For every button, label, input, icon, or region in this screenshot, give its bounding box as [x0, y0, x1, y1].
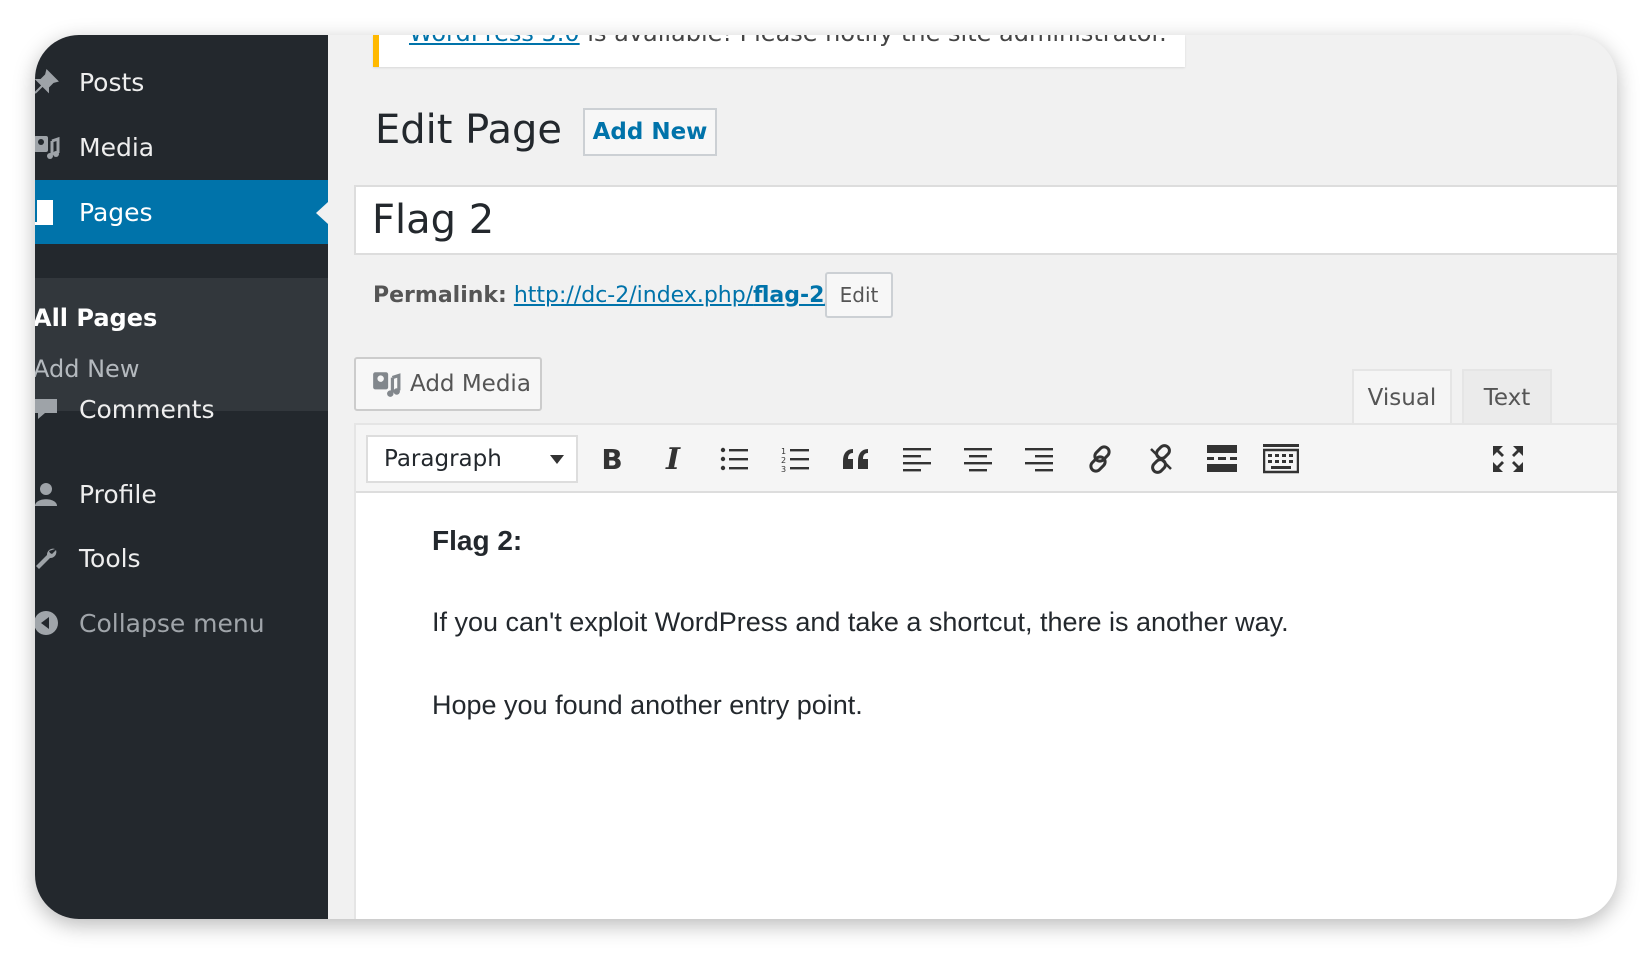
sidebar-item-label: Posts: [79, 67, 145, 97]
media-icon: [370, 369, 402, 399]
toolbar-toggle-icon[interactable]: [1261, 439, 1301, 479]
update-notice-text: WordPress 5.0 is available! Please notif…: [409, 35, 1167, 47]
add-media-button[interactable]: Add Media: [354, 357, 542, 411]
admin-sidebar: Posts Media Pages All Pages Add New Comm…: [35, 35, 328, 919]
permalink-slug: flag-2: [753, 283, 825, 308]
content-paragraph: Hope you found another entry point.: [432, 690, 863, 720]
sidebar-item-label: Media: [79, 132, 155, 162]
align-left-icon[interactable]: [897, 439, 937, 479]
numbered-list-icon[interactable]: 123: [775, 439, 815, 479]
svg-text:2: 2: [781, 456, 786, 465]
sidebar-item-posts[interactable]: Posts: [35, 50, 328, 114]
sidebar-item-tools[interactable]: Tools: [35, 526, 328, 590]
update-notice-message: is available! Please notify the site adm…: [580, 35, 1166, 47]
bullet-list-icon[interactable]: [714, 439, 754, 479]
editor-toolbar: Paragraph B I 123: [356, 425, 1617, 493]
content-paragraph: If you can't exploit WordPress and take …: [432, 607, 1289, 637]
page-title: Edit Page: [375, 107, 563, 153]
submenu-item-all-pages[interactable]: All Pages: [35, 304, 157, 332]
tab-visual[interactable]: Visual: [1352, 369, 1452, 425]
page-icon: [35, 197, 61, 227]
content-editor: Paragraph B I 123 Flag 2: If you can't e…: [354, 423, 1617, 919]
collapse-menu-button[interactable]: Collapse menu: [35, 591, 328, 655]
align-center-icon[interactable]: [958, 439, 998, 479]
svg-text:1: 1: [781, 447, 786, 456]
sidebar-item-pages[interactable]: Pages: [35, 180, 328, 244]
sidebar-item-label: Collapse menu: [79, 608, 265, 638]
blockquote-icon[interactable]: [836, 439, 876, 479]
link-icon[interactable]: [1080, 439, 1120, 479]
sidebar-item-media[interactable]: Media: [35, 115, 328, 179]
user-icon: [35, 479, 61, 509]
update-notice-link[interactable]: WordPress 5.0: [409, 35, 580, 47]
chevron-down-icon: [550, 455, 564, 464]
sidebar-item-label: Pages: [79, 197, 153, 227]
media-icon: [35, 132, 61, 162]
sidebar-item-comments[interactable]: Comments: [35, 377, 328, 441]
add-new-button[interactable]: Add New: [583, 108, 717, 156]
read-more-icon[interactable]: [1202, 439, 1242, 479]
svg-text:3: 3: [781, 465, 786, 472]
permalink-link[interactable]: http://dc-2/index.php/flag-2/: [514, 283, 832, 308]
sidebar-item-label: Comments: [79, 394, 215, 424]
sidebar-item-label: Tools: [79, 543, 141, 573]
align-right-icon[interactable]: [1019, 439, 1059, 479]
format-select-value: Paragraph: [384, 446, 502, 472]
permalink-base: http://dc-2/index.php/: [513, 283, 754, 308]
permalink-row: Permalink: http://dc-2/index.php/flag-2/: [373, 283, 832, 308]
app-window: Posts Media Pages All Pages Add New Comm…: [35, 35, 1617, 919]
wrench-icon: [35, 543, 61, 573]
sidebar-item-label: Profile: [79, 479, 157, 509]
bold-icon[interactable]: B: [592, 439, 632, 479]
tab-text[interactable]: Text: [1462, 369, 1552, 425]
sidebar-item-profile[interactable]: Profile: [35, 462, 328, 526]
fullscreen-icon[interactable]: [1488, 439, 1528, 479]
pin-icon: [35, 67, 61, 97]
italic-icon[interactable]: I: [653, 439, 693, 479]
post-title-input[interactable]: Flag 2: [354, 185, 1617, 255]
collapse-icon: [35, 608, 61, 638]
unlink-icon[interactable]: [1141, 439, 1181, 479]
editor-content[interactable]: Flag 2: If you can't exploit WordPress a…: [432, 525, 1289, 773]
content-heading: Flag 2:: [432, 525, 523, 556]
comment-icon: [35, 394, 61, 424]
update-notice: WordPress 5.0 is available! Please notif…: [373, 35, 1185, 67]
edit-permalink-button[interactable]: Edit: [825, 272, 893, 318]
permalink-label: Permalink:: [373, 283, 507, 308]
add-media-label: Add Media: [410, 371, 531, 397]
format-select[interactable]: Paragraph: [366, 435, 578, 483]
